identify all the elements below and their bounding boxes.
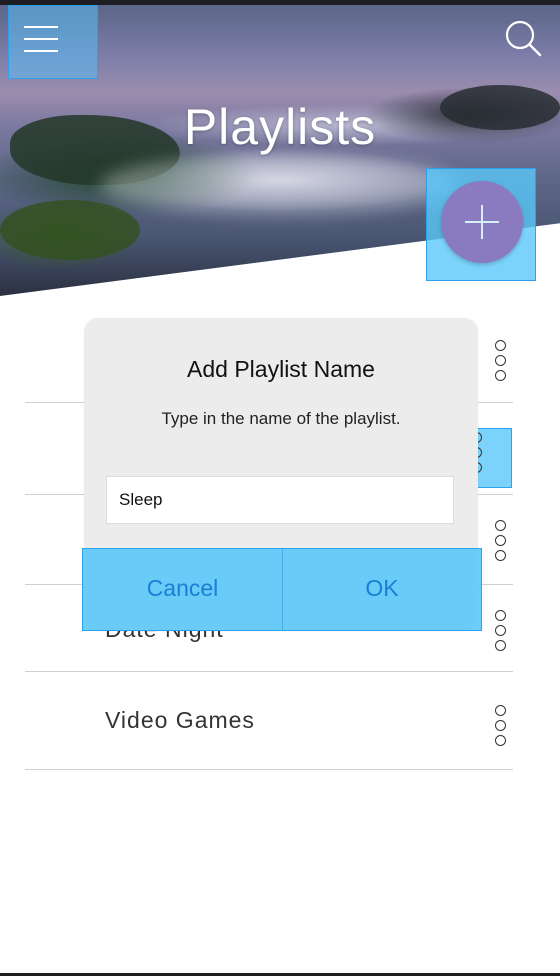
dialog-message: Type in the name of the playlist. xyxy=(161,409,401,428)
dialog-button-bar: Cancel OK xyxy=(82,548,482,631)
playlist-name-input[interactable] xyxy=(106,476,454,524)
page-title: Playlists xyxy=(183,99,377,155)
mist-shape xyxy=(100,155,460,215)
search-icon xyxy=(505,20,542,57)
more-options-icon[interactable] xyxy=(495,520,509,565)
more-options-icon[interactable] xyxy=(495,340,509,385)
add-playlist-button[interactable] xyxy=(441,181,523,263)
rock-shape xyxy=(0,200,140,260)
playlist-row[interactable]: Video Games xyxy=(25,671,513,770)
more-options-icon[interactable] xyxy=(495,705,509,750)
cancel-button[interactable]: Cancel xyxy=(83,549,282,630)
playlist-name: Video Games xyxy=(105,707,255,733)
more-options-icon[interactable] xyxy=(495,610,509,655)
ok-button[interactable]: OK xyxy=(283,549,481,630)
menu-button[interactable] xyxy=(8,5,98,79)
dialog-title: Add Playlist Name xyxy=(187,356,375,382)
search-button[interactable] xyxy=(500,16,546,62)
